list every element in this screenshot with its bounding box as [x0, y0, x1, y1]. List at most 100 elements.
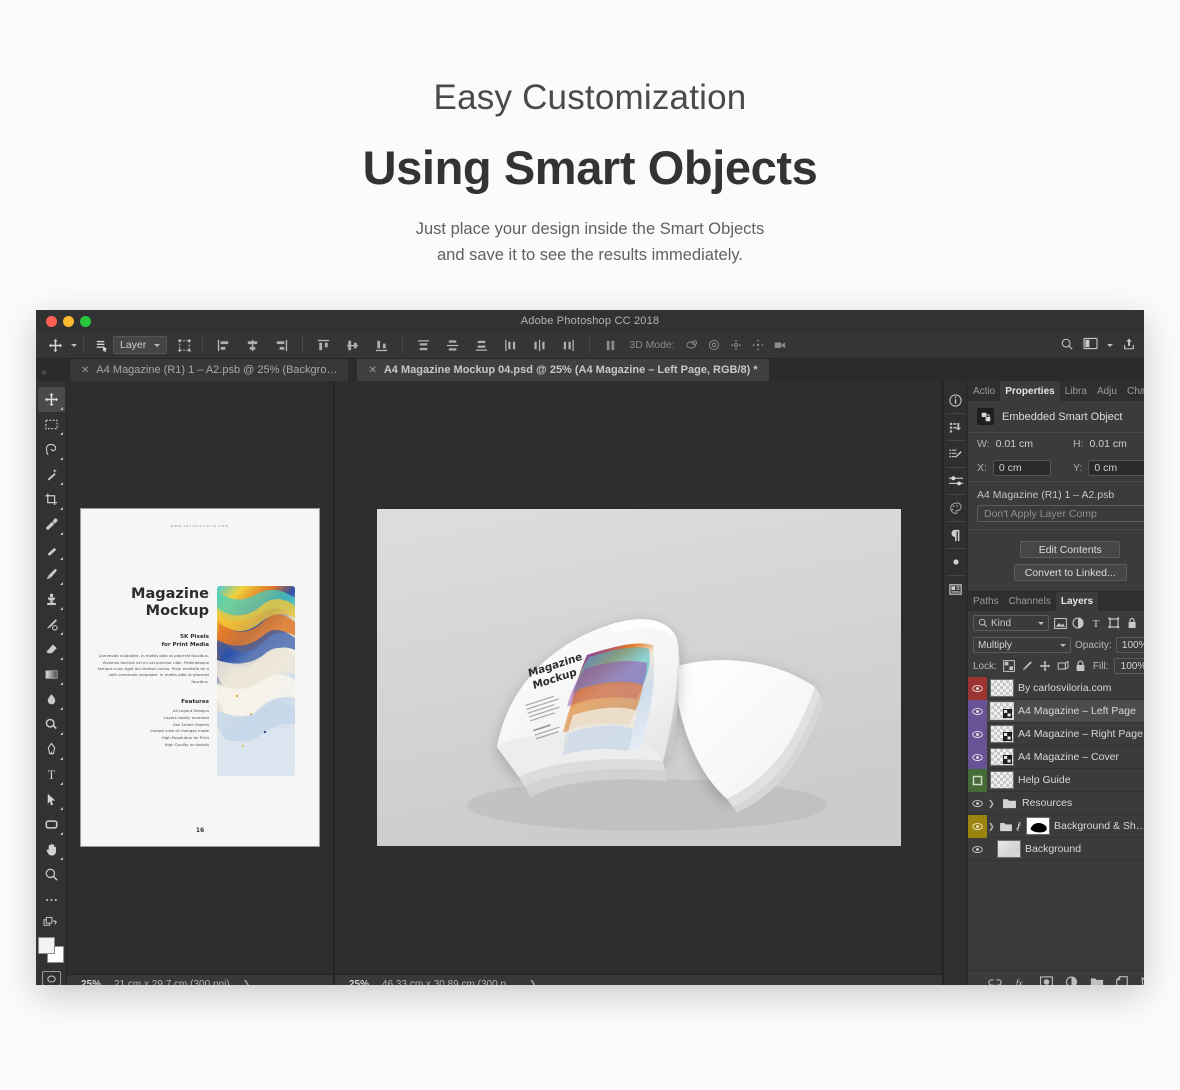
- show-transform-controls-icon[interactable]: [173, 334, 196, 356]
- distribute-left-button[interactable]: [496, 334, 525, 356]
- color-icon[interactable]: [944, 495, 967, 521]
- pen-tool[interactable]: [38, 737, 65, 762]
- table-row[interactable]: ❯ Resources: [968, 792, 1144, 815]
- layer-style-fx-icon[interactable]: fx: [1014, 976, 1028, 985]
- align-bottom-edges-button[interactable]: [367, 334, 396, 356]
- layer-color-swatch[interactable]: [968, 792, 987, 815]
- y-input[interactable]: 0 cm: [1088, 460, 1144, 476]
- layer-kind-dropdown[interactable]: Kind: [973, 615, 1049, 631]
- eraser-tool[interactable]: [38, 637, 65, 662]
- canvas-left[interactable]: www.carlosviloria.com Magazine Mockup 5K…: [67, 381, 333, 974]
- distribute-spacing-button[interactable]: [596, 334, 625, 356]
- distribute-top-button[interactable]: [409, 334, 438, 356]
- blur-tool[interactable]: [38, 687, 65, 712]
- tab-channels[interactable]: Channels: [1004, 592, 1056, 611]
- filter-toggle-icon[interactable]: [1143, 616, 1144, 630]
- link-mask-icon[interactable]: [1014, 821, 1023, 832]
- workspace-icon[interactable]: [1083, 337, 1098, 353]
- align-vertical-centers-button[interactable]: [338, 334, 367, 356]
- table-row[interactable]: ❯ Background & Sh…: [968, 814, 1144, 838]
- distribute-horizontal-centers-button[interactable]: [525, 334, 554, 356]
- lock-transparent-pixels-icon[interactable]: [1003, 660, 1015, 672]
- smart-object-filter-icon[interactable]: [1125, 616, 1139, 630]
- layer-mask-thumbnail[interactable]: [1026, 817, 1050, 835]
- paragraph-icon[interactable]: [944, 522, 967, 548]
- orbit-3d-icon[interactable]: [681, 334, 703, 356]
- dodge-tool[interactable]: [38, 712, 65, 737]
- camera-3d-icon[interactable]: [769, 334, 792, 356]
- group-folder-icon[interactable]: [1000, 794, 1018, 812]
- magic-wand-tool[interactable]: [38, 462, 65, 487]
- tab-properties[interactable]: Properties: [1000, 381, 1060, 401]
- rectangular-marquee-tool[interactable]: [38, 412, 65, 437]
- chevron-down-icon[interactable]: [1107, 343, 1113, 347]
- brush-tool[interactable]: [38, 562, 65, 587]
- eyedropper-tool[interactable]: [38, 512, 65, 537]
- adjustment-layer-icon[interactable]: [1065, 976, 1078, 985]
- info-icon[interactable]: [944, 387, 967, 413]
- quick-mask-toggle-icon[interactable]: [41, 971, 61, 985]
- tab-paths[interactable]: Paths: [968, 592, 1004, 611]
- adjustment-filter-icon[interactable]: [1071, 616, 1085, 630]
- slide-3d-icon[interactable]: [747, 334, 769, 356]
- layer-color-swatch[interactable]: [968, 768, 987, 792]
- layer-color-swatch[interactable]: [968, 722, 987, 746]
- status-expand-arrow-icon[interactable]: ❯: [243, 979, 251, 986]
- layer-thumbnail[interactable]: [990, 771, 1014, 789]
- search-icon[interactable]: [1060, 337, 1074, 354]
- lock-artboard-icon[interactable]: [1057, 660, 1069, 672]
- edit-contents-button[interactable]: Edit Contents: [1020, 541, 1121, 558]
- layer-comp-dropdown[interactable]: Don't Apply Layer Comp: [977, 505, 1144, 522]
- close-tab-icon[interactable]: ✕: [81, 365, 89, 376]
- layer-color-swatch[interactable]: [968, 699, 987, 723]
- layer-thumbnail[interactable]: [997, 840, 1021, 858]
- auto-select-icon[interactable]: [90, 334, 113, 356]
- distribute-right-button[interactable]: [554, 334, 583, 356]
- pan-3d-icon[interactable]: [725, 334, 747, 356]
- layer-color-swatch[interactable]: [968, 745, 987, 769]
- lock-all-icon[interactable]: [1075, 660, 1087, 672]
- collapse-panels-icon[interactable]: »: [36, 367, 70, 381]
- type-filter-icon[interactable]: T: [1089, 616, 1103, 630]
- tab-adjustments[interactable]: Adju: [1092, 381, 1122, 401]
- tab-character[interactable]: Chara: [1122, 381, 1144, 401]
- convert-to-linked-button[interactable]: Convert to Linked...: [1013, 564, 1127, 581]
- healing-brush-tool[interactable]: [38, 537, 65, 562]
- move-tool[interactable]: [37, 387, 65, 412]
- align-horizontal-centers-button[interactable]: [238, 334, 267, 356]
- foreground-color-swatch[interactable]: [38, 937, 55, 954]
- document-tab-0[interactable]: ✕ A4 Magazine (R1) 1 – A2.psb @ 25% (Bac…: [70, 359, 350, 381]
- more-tools-icon[interactable]: [38, 887, 65, 912]
- styles-icon[interactable]: [944, 549, 967, 575]
- layer-color-swatch[interactable]: [968, 814, 987, 838]
- hand-tool[interactable]: [38, 837, 65, 862]
- crop-tool[interactable]: [38, 487, 65, 512]
- shape-filter-icon[interactable]: [1107, 616, 1121, 630]
- add-mask-icon[interactable]: [1040, 976, 1054, 985]
- group-folder-icon[interactable]: [997, 821, 1014, 832]
- table-row[interactable]: A4 Magazine – Right Page: [968, 722, 1144, 746]
- tab-actions[interactable]: Actio: [968, 381, 1000, 401]
- share-icon[interactable]: [1122, 337, 1136, 354]
- blend-mode-dropdown[interactable]: Multiply: [973, 637, 1071, 653]
- lock-image-pixels-icon[interactable]: [1021, 660, 1033, 672]
- layer-color-swatch[interactable]: [968, 838, 987, 861]
- auto-select-scope-dropdown[interactable]: Layer: [113, 336, 168, 354]
- opacity-input[interactable]: 100%: [1115, 637, 1144, 653]
- layer-thumbnail[interactable]: [990, 748, 1014, 766]
- group-disclosure-icon[interactable]: ❯: [988, 799, 997, 808]
- pixel-filter-icon[interactable]: [1053, 616, 1067, 630]
- foreground-background-color-swatches[interactable]: [38, 937, 64, 963]
- fill-input[interactable]: 100%: [1114, 658, 1144, 674]
- tool-preset-chevron-icon[interactable]: [71, 343, 77, 347]
- canvas-right[interactable]: Magazine Mockup: [335, 381, 942, 974]
- layer-comps-icon[interactable]: [944, 576, 967, 602]
- table-row[interactable]: Help Guide: [968, 768, 1144, 792]
- rectangle-tool[interactable]: [38, 812, 65, 837]
- distribute-vertical-centers-button[interactable]: [438, 334, 467, 356]
- layer-thumbnail[interactable]: [990, 679, 1014, 697]
- zoom-tool[interactable]: [38, 862, 65, 887]
- path-selection-tool[interactable]: [38, 787, 65, 812]
- edit-toolbar-icon[interactable]: [38, 912, 65, 932]
- new-layer-icon[interactable]: [1116, 976, 1129, 985]
